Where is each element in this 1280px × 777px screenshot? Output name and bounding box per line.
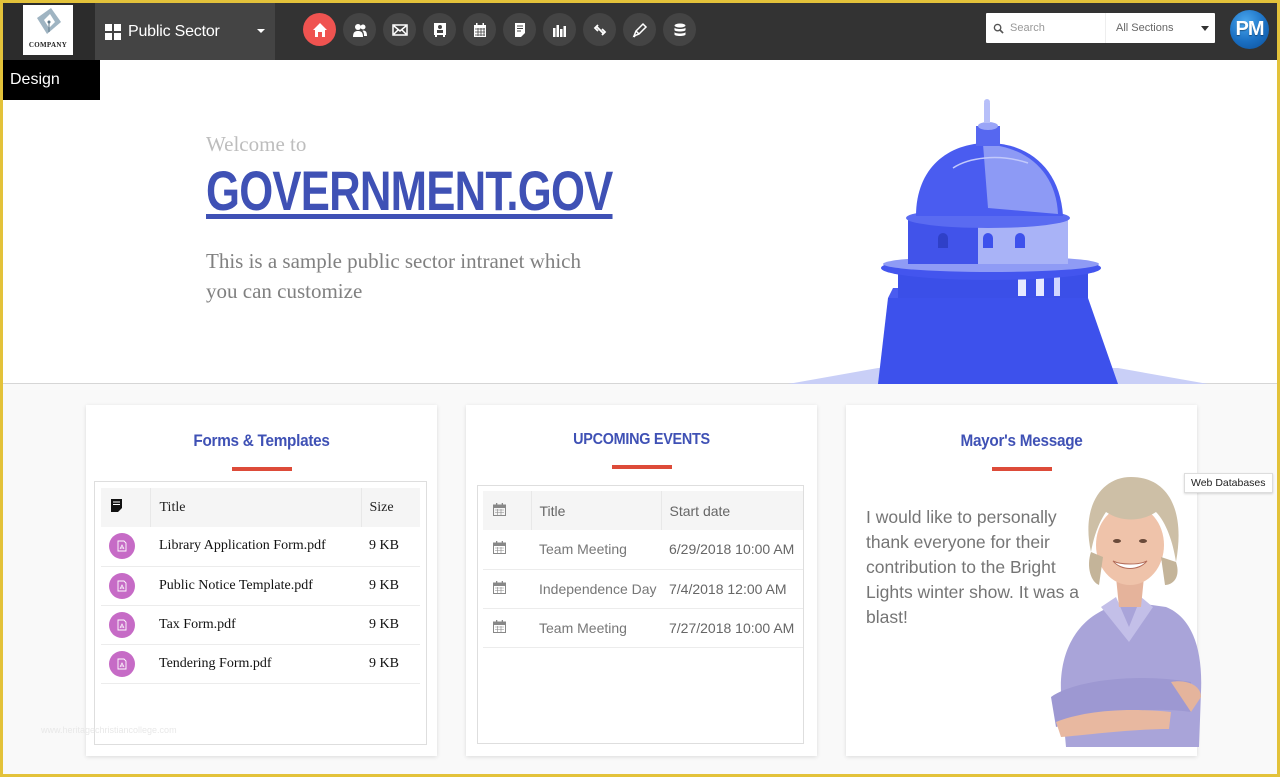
column-header-title[interactable]: Title: [150, 488, 362, 527]
calendar-icon: [493, 502, 506, 516]
company-logo[interactable]: COMPANY: [23, 5, 73, 55]
pdf-file-icon: [109, 650, 135, 677]
mail-icon: [391, 23, 408, 36]
nav-mail-button[interactable]: [383, 13, 416, 46]
file-size: 9 KB: [361, 605, 420, 645]
column-header-icon: [101, 488, 151, 527]
grid-icon: [105, 23, 121, 40]
file-title-link[interactable]: Tendering Form.pdf: [150, 644, 361, 684]
hero-title-link[interactable]: GOVERNMENT.GOV: [206, 158, 613, 223]
mayor-card-title: Mayor's Message: [960, 431, 1083, 450]
file-title-link[interactable]: Library Application Form.pdf: [150, 527, 361, 567]
title-underline: [231, 467, 292, 471]
calendar-icon: [493, 541, 506, 555]
nav-documents-button[interactable]: [503, 13, 536, 46]
table-header-row: Title Start date: [483, 491, 803, 530]
nav-reports-button[interactable]: [543, 13, 576, 46]
tooltip-web-databases: Web Databases: [1184, 473, 1273, 493]
forms-templates-card: Forms & Templates Title Size Library App…: [86, 405, 437, 756]
calendar-icon: [493, 619, 506, 633]
contact-card-icon: [433, 22, 446, 37]
event-start-date: 7/4/2018 12:00 AM: [661, 569, 803, 609]
column-header-icon: [483, 491, 532, 530]
file-size: 9 KB: [361, 566, 420, 606]
watermark-text: www.heritagechristiancollege.com: [41, 725, 177, 735]
forms-table-frame: Title Size Library Application Form.pdf …: [94, 481, 427, 745]
nav-database-button[interactable]: [663, 13, 696, 46]
nav-icon-bar: [303, 13, 696, 46]
file-size: 9 KB: [361, 527, 420, 567]
forms-card-title: Forms & Templates: [193, 431, 330, 450]
pdf-file-icon: [109, 533, 135, 560]
upcoming-events-card: UPCOMING EVENTS Title Start date Team Me…: [466, 405, 817, 756]
table-row[interactable]: Library Application Form.pdf 9 KB: [101, 527, 420, 567]
event-title-link[interactable]: Team Meeting: [531, 530, 661, 570]
hero-welcome: Welcome to: [206, 132, 307, 156]
event-start-date: 6/29/2018 10:00 AM: [661, 530, 803, 570]
user-avatar[interactable]: PM: [1230, 10, 1269, 49]
table-row[interactable]: Team Meeting 7/27/2018 10:00 AM: [483, 608, 803, 648]
column-header-title[interactable]: Title: [531, 491, 662, 530]
document-icon: [111, 498, 122, 512]
calendar-icon: [493, 580, 506, 594]
pdf-file-icon: [109, 572, 135, 599]
bar-chart-icon: [552, 24, 566, 37]
document-icon: [514, 22, 525, 37]
search-input[interactable]: [1010, 22, 1105, 34]
search-icon: [986, 23, 1010, 34]
logo-container: COMPANY: [3, 3, 95, 60]
column-header-start-date[interactable]: Start date: [661, 491, 803, 530]
events-card-title: UPCOMING EVENTS: [573, 431, 710, 448]
people-icon: [352, 23, 367, 37]
caret-down-icon: [1201, 26, 1209, 31]
events-table: Title Start date Team Meeting 6/29/2018 …: [483, 491, 803, 648]
table-row[interactable]: Team Meeting 6/29/2018 10:00 AM: [483, 530, 803, 570]
title-underline: [611, 465, 672, 469]
nav-links-button[interactable]: [583, 13, 616, 46]
file-title-link[interactable]: Public Notice Template.pdf: [150, 566, 361, 606]
mayor-photo: [1051, 477, 1202, 747]
file-size: 9 KB: [361, 644, 420, 684]
nav-contacts-button[interactable]: [423, 13, 456, 46]
forms-table: Title Size Library Application Form.pdf …: [101, 488, 420, 684]
pen-nib-logo-icon: [37, 8, 61, 34]
sections-select-value: All Sections: [1116, 22, 1174, 34]
design-tab[interactable]: Design: [3, 60, 100, 100]
nav-people-button[interactable]: [343, 13, 376, 46]
sections-select[interactable]: All Sections: [1105, 13, 1215, 43]
capitol-dome-image: [788, 99, 1208, 384]
calendar-icon: [473, 22, 486, 37]
nav-home-button[interactable]: [303, 13, 336, 46]
link-icon: [593, 23, 606, 36]
caret-down-icon: [257, 29, 265, 33]
event-start-date: 7/27/2018 10:00 AM: [661, 608, 803, 648]
file-title-link[interactable]: Tax Form.pdf: [150, 605, 361, 645]
home-icon: [312, 22, 327, 37]
pen-icon: [632, 22, 647, 38]
column-header-size[interactable]: Size: [361, 488, 420, 527]
nav-calendar-button[interactable]: [463, 13, 496, 46]
site-switcher-label: Public Sector: [128, 22, 220, 40]
mayors-message-card: Mayor's Message I would like to personal…: [846, 405, 1202, 756]
hero-banner: Welcome to GOVERNMENT.GOV This is a samp…: [3, 60, 1277, 384]
table-row[interactable]: Tendering Form.pdf 9 KB: [101, 644, 420, 684]
event-title-link[interactable]: Team Meeting: [531, 608, 661, 648]
hero-subtitle: This is a sample public sector intranet …: [206, 249, 581, 303]
table-header-row: Title Size: [101, 488, 420, 527]
page-frame: COMPANY Public Sector Search All Section…: [3, 3, 1277, 774]
events-table-frame: Title Start date Team Meeting 6/29/2018 …: [477, 485, 804, 744]
table-row[interactable]: Tax Form.pdf 9 KB: [101, 605, 420, 645]
table-row[interactable]: Independence Day 7/4/2018 12:00 AM: [483, 569, 803, 609]
nav-edit-button[interactable]: [623, 13, 656, 46]
search-bar: All Sections: [986, 13, 1215, 43]
table-row[interactable]: Public Notice Template.pdf 9 KB: [101, 566, 420, 606]
database-icon: [674, 23, 685, 36]
site-switcher-dropdown[interactable]: Public Sector: [95, 3, 275, 60]
top-navbar: COMPANY Public Sector Search All Section…: [3, 3, 1277, 60]
event-title-link[interactable]: Independence Day: [531, 569, 661, 609]
logo-text: COMPANY: [28, 41, 68, 49]
pdf-file-icon: [109, 611, 135, 638]
